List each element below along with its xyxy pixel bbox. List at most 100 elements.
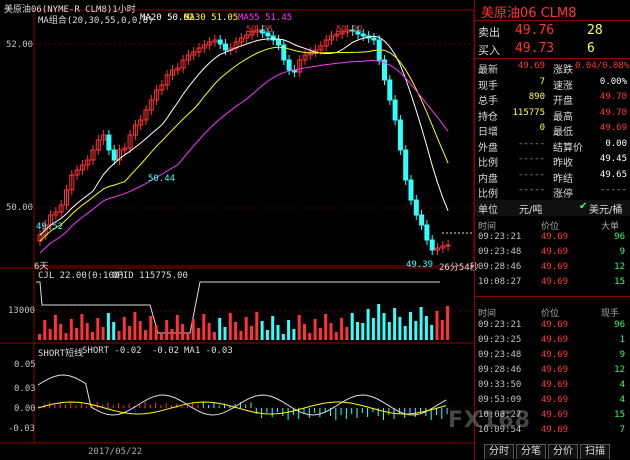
volume-bar — [265, 330, 269, 340]
volume-bar — [122, 317, 126, 340]
divider — [475, 296, 630, 297]
buy-row[interactable]: 买入 49.73 6 — [475, 40, 630, 57]
stats-row: 比例 ----- 涨停 ----- — [475, 184, 630, 200]
bottom-tabs: 分时 分笔 分价 扫描 — [484, 444, 612, 460]
volume-bar — [43, 320, 47, 340]
candle-body — [276, 39, 281, 46]
volume-bar — [435, 311, 439, 340]
tick-time: 09:53:09 — [478, 395, 522, 405]
tick-row: 09:23:25 49.69 1 — [475, 334, 630, 349]
tick-time: 10:08:27 — [478, 277, 522, 287]
volume-bar — [106, 313, 110, 340]
tick-price: 49.69 — [541, 425, 569, 435]
stat-value: 49.69 — [599, 123, 627, 133]
stat-key: 最高 — [553, 111, 573, 123]
quote-panel: 美原油06 CLM8 卖出 49.76 28 买入 49.73 6 最新 49.6… — [474, 0, 630, 460]
candle-body — [387, 79, 393, 101]
volume-bar — [149, 316, 153, 340]
volume-bar — [292, 329, 296, 340]
candle-body — [217, 39, 223, 45]
tick-volume: 96 — [614, 232, 625, 242]
volume-bar — [64, 333, 68, 340]
stats-row: 总手 890 开盘 49.70 — [475, 91, 630, 107]
sell-volume: 28 — [587, 23, 603, 38]
volume-bar — [38, 334, 41, 340]
volume-bar — [250, 326, 253, 340]
tab-price[interactable]: 分价 — [548, 444, 578, 459]
volume-bar — [59, 324, 63, 340]
price-tick-52: 52.00 — [6, 40, 34, 50]
volume-bar — [228, 313, 232, 340]
volume-bar — [53, 315, 57, 340]
unit-label: 单位 — [478, 205, 498, 216]
stat-value: 49.45 — [599, 154, 627, 164]
sell-row[interactable]: 卖出 49.76 28 — [475, 22, 630, 39]
ma30-label: MA30 51.05 — [184, 13, 239, 23]
kline-chart-area[interactable]: 美原油06(NYME-R CLM8)1小时 MA组合(20,30,55,0,0,… — [0, 0, 479, 460]
stat-value: 7 — [539, 76, 545, 87]
volume-bar — [112, 322, 116, 340]
volume-bar — [234, 322, 238, 340]
volume-bar — [133, 312, 137, 340]
tick-price: 49.69 — [541, 277, 569, 287]
stat-key: 最新 — [478, 65, 498, 76]
volume-bar — [80, 314, 84, 340]
stat-value: 0.00 — [605, 138, 627, 149]
volume-bar — [255, 312, 259, 340]
candle-body — [223, 43, 228, 51]
tab-timeshare[interactable]: 分时 — [484, 444, 514, 459]
tick-row: 09:23:21 49.69 96 — [475, 231, 630, 246]
tick-price: 49.69 — [541, 410, 569, 420]
tab-scan[interactable]: 扫描 — [580, 444, 610, 459]
divider — [475, 20, 630, 21]
tick-price: 49.69 — [541, 232, 569, 242]
tick-volume: 12 — [614, 262, 625, 272]
tick-volume: 4 — [619, 395, 625, 405]
volume-bar — [170, 329, 174, 340]
volume-bar — [303, 324, 306, 340]
tick-time: 09:33:50 — [478, 380, 522, 390]
volume-bar — [96, 318, 100, 340]
stat-key: 开盘 — [553, 96, 573, 107]
ma1-label: MA1 -0.03 — [184, 346, 233, 356]
tab-ticks[interactable]: 分笔 — [516, 444, 546, 459]
main-panel-border — [33, 9, 474, 267]
volume-bar — [191, 319, 195, 340]
stat-key: 比例 — [478, 158, 498, 169]
stats-row: 日增 0 最低 49.69 — [475, 122, 630, 138]
col-time: 时间 — [478, 309, 497, 319]
volume-bar — [260, 321, 264, 340]
tick-volume: 12 — [614, 365, 625, 375]
candle-body — [106, 134, 112, 151]
candle-body — [371, 37, 377, 41]
price-tick-50: 50.00 — [6, 203, 34, 213]
stats-row: 持仓 115775 最高 49.70 — [475, 107, 630, 123]
tick-time: 09:28:46 — [478, 365, 522, 375]
date-axis-label: 2017/05/22 — [88, 447, 143, 457]
stat-key: 速涨 — [553, 80, 573, 92]
buy-price: 49.73 — [515, 41, 555, 56]
volume-bar — [356, 322, 359, 340]
volume-bar — [271, 316, 275, 340]
tick-row: 10:08:27 49.69 15 — [475, 276, 630, 291]
countdown-annotation: 26分54秒 — [439, 263, 479, 273]
stat-value: 49.70 — [599, 107, 627, 118]
stat-key: 涨跌 — [553, 65, 573, 76]
stats-row: 现手 7 速涨 0.00% — [475, 76, 630, 92]
volume-bar — [197, 328, 200, 340]
kline-chart[interactable] — [0, 0, 474, 460]
ma-combo-label: MA组合(20,30,55,0,0,0) — [38, 16, 154, 26]
tick-price: 49.69 — [541, 380, 569, 390]
tick-row: 09:23:48 49.69 9 — [475, 246, 630, 261]
stat-value: 115775 — [512, 107, 545, 118]
unit-yuan-option[interactable]: 元/吨 — [519, 201, 542, 216]
unit-usd-option[interactable]: 美元/桶 — [589, 201, 622, 216]
volume-bar — [340, 318, 344, 340]
tick-volume: 96 — [614, 320, 625, 330]
tick-row: 09:28:46 49.69 12 — [475, 364, 630, 379]
volume-bar — [345, 327, 349, 340]
tick-volume: 1 — [619, 335, 625, 345]
volume-bar — [361, 323, 365, 340]
tick-volume: 15 — [614, 277, 625, 287]
volume-bar — [75, 328, 79, 340]
